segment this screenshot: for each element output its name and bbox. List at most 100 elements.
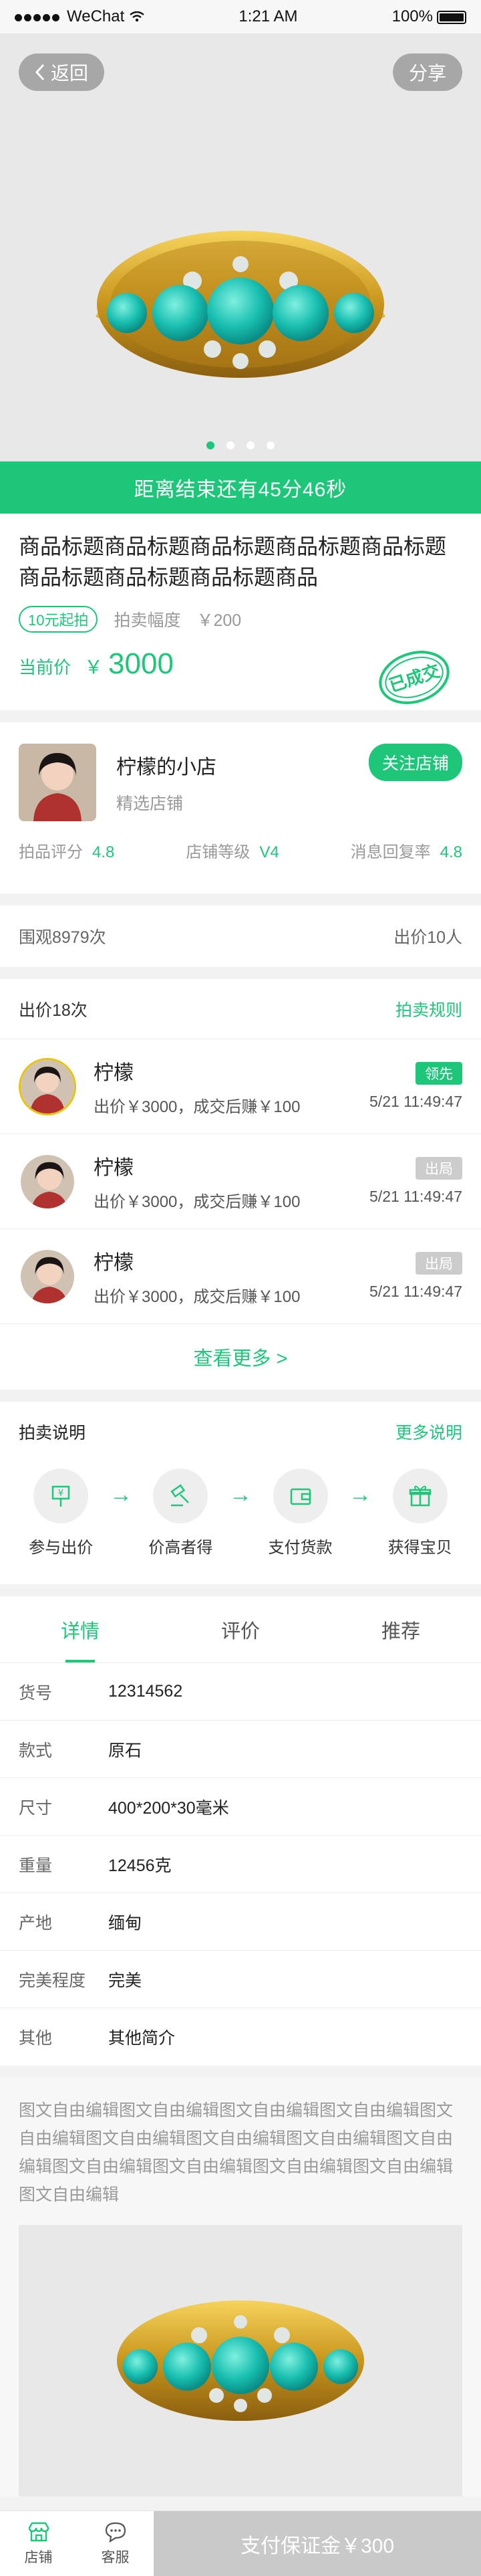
gift-icon xyxy=(409,1485,431,1507)
share-button[interactable]: 分享 xyxy=(392,53,462,91)
more-guide-link[interactable]: 更多说明 xyxy=(395,1420,462,1444)
shop-avatar[interactable] xyxy=(19,744,96,821)
carousel-dot[interactable] xyxy=(206,441,214,449)
tab-reviews[interactable]: 评价 xyxy=(160,1596,321,1662)
price-currency: ￥ xyxy=(84,657,104,677)
increment-value: ￥200 xyxy=(196,611,242,630)
status-bar: WeChat 1:21 AM 100% xyxy=(0,0,481,33)
product-title: 商品标题商品标题商品标题商品标题商品标题商品标题商品标题商品标题商品 xyxy=(19,534,447,589)
sold-stamp: 已成交 xyxy=(379,651,450,704)
tab-details[interactable]: 详情 xyxy=(0,1596,160,1662)
spec-row: 完美程度 完美 xyxy=(0,1951,481,2008)
bid-time: 5/21 11:49:47 xyxy=(369,1283,462,1300)
carrier: WeChat xyxy=(67,7,125,25)
battery-text: 100% xyxy=(391,7,433,25)
description-image xyxy=(19,2225,462,2496)
spec-row: 货号 12314562 xyxy=(0,1663,481,1721)
arrow-right-icon: → xyxy=(109,1482,132,1507)
bidder-avatar[interactable] xyxy=(19,1248,76,1305)
outbid-badge: 出局 xyxy=(416,1252,462,1275)
bid-desc: 出价￥3000，成交后赚￥100 xyxy=(94,1193,301,1211)
spec-row: 尺寸 400*200*30毫米 xyxy=(0,1778,481,1836)
wallet-icon xyxy=(290,1488,311,1505)
bid-row: 柠檬 出价￥3000，成交后赚￥100 出局 5/21 11:49:47 xyxy=(0,1229,481,1324)
spec-row: 重量 12456克 xyxy=(0,1836,481,1893)
countdown-banner: 距离结束还有45分46秒 xyxy=(0,461,481,514)
chevron-left-icon xyxy=(35,64,45,81)
bidder-avatar[interactable] xyxy=(19,1057,76,1115)
carousel-dot[interactable] xyxy=(247,441,255,449)
bid-desc: 出价￥3000，成交后赚￥100 xyxy=(94,1098,301,1116)
view-more-button[interactable]: 查看更多 > xyxy=(0,1324,481,1390)
carousel-dots xyxy=(0,441,481,449)
stat-level: 店铺等级 V4 xyxy=(186,843,279,861)
bidder-avatar[interactable] xyxy=(19,1153,76,1210)
detail-tabs-section: 详情 评价 推荐 货号 12314562 款式 原石 尺寸 400*200*30毫米 … xyxy=(0,1596,481,2066)
tab-recommend[interactable]: 推荐 xyxy=(321,1596,481,1662)
service-tab-label: 客服 xyxy=(101,2549,130,2565)
view-count: 围观8979次 xyxy=(19,928,106,947)
step-win: 价高者得 xyxy=(134,1469,227,1558)
wifi-icon xyxy=(130,11,145,22)
shop-subtitle: 精选店铺 xyxy=(116,794,184,813)
price-label: 当前价 xyxy=(19,657,71,677)
stamp-text: 已成交 xyxy=(387,661,443,697)
bid-desc: 出价￥3000，成交后赚￥100 xyxy=(94,1288,301,1306)
arrow-right-icon: → xyxy=(349,1482,372,1507)
step-bid: ¥ 参与出价 xyxy=(14,1469,108,1558)
ring-image xyxy=(96,231,385,378)
back-label: 返回 xyxy=(51,63,89,84)
stat-rating: 拍品评分 4.8 xyxy=(19,843,115,861)
pay-deposit-button[interactable]: 支付保证金￥300 xyxy=(154,2511,481,2576)
increment-label: 拍卖幅度 xyxy=(114,611,181,630)
arrow-right-icon: → xyxy=(228,1482,252,1507)
svg-text:¥: ¥ xyxy=(58,1489,63,1499)
spec-row: 其他 其他简介 xyxy=(19,2029,176,2048)
battery-icon xyxy=(437,10,466,24)
bid-count: 出价18次 xyxy=(19,1000,88,1020)
bid-sign-icon: ¥ xyxy=(52,1485,70,1507)
outbid-badge: 出局 xyxy=(416,1157,462,1180)
auction-rules-link[interactable]: 拍卖规则 xyxy=(395,997,462,1021)
guide-title: 拍卖说明 xyxy=(19,1424,86,1442)
shop-card[interactable]: 柠檬的小店 精选店铺 关注店铺 拍品评分 4.8 店铺等级 V4 消息回复率 4.8 xyxy=(0,722,481,893)
gavel-icon xyxy=(170,1484,190,1507)
leading-badge: 领先 xyxy=(416,1062,462,1085)
views-row: 围观8979次 出价10人 xyxy=(0,905,481,967)
carousel-dot[interactable] xyxy=(226,441,234,449)
customer-service-button[interactable]: 客服 xyxy=(77,2511,154,2576)
back-button[interactable]: 返回 xyxy=(19,53,105,91)
product-gallery[interactable]: 返回 分享 xyxy=(0,33,481,461)
share-label: 分享 xyxy=(408,63,446,84)
clock: 1:21 AM xyxy=(238,7,298,25)
carousel-dot[interactable] xyxy=(267,441,275,449)
description-text: 图文自由编辑图文自由编辑图文自由编辑图文自由编辑图文自由编辑图文自由编辑图文自由… xyxy=(0,2078,481,2225)
product-info: 商品标题商品标题商品标题商品标题商品标题商品标题商品标题商品标题商品 10元起拍… xyxy=(0,514,481,710)
bid-time: 5/21 11:49:47 xyxy=(369,1188,462,1205)
stat-reply-rate: 消息回复率 4.8 xyxy=(350,843,462,861)
bid-time: 5/21 11:49:47 xyxy=(369,1093,462,1110)
shop-tab-label: 店铺 xyxy=(24,2549,53,2565)
bid-row: 柠檬 出价￥3000，成交后赚￥100 领先 5/21 11:49:47 xyxy=(0,1039,481,1134)
bidder-count: 出价10人 xyxy=(393,928,462,947)
bidder-name: 柠檬 xyxy=(94,1252,134,1274)
shop-name[interactable]: 柠檬的小店 xyxy=(116,750,216,780)
start-price-tag: 10元起拍 xyxy=(19,606,98,633)
step-receive: 获得宝贝 xyxy=(373,1469,467,1558)
step-label: 价高者得 xyxy=(148,1539,213,1557)
spec-row: 款式 原石 xyxy=(0,1721,481,1778)
description-block: 图文自由编辑图文自由编辑图文自由编辑图文自由编辑图文自由编辑图文自由编辑图文自由… xyxy=(0,2078,481,2496)
current-price: 3000 xyxy=(108,647,174,680)
bottom-action-bar: 店铺 客服 支付保证金￥300 xyxy=(0,2510,481,2576)
follow-shop-button[interactable]: 关注店铺 xyxy=(368,744,462,781)
store-icon xyxy=(28,2522,49,2541)
shop-tab-button[interactable]: 店铺 xyxy=(0,2511,77,2576)
auction-guide: 拍卖说明 更多说明 ¥ 参与出价 → 价高者得 → 支付货款 → 获得宝贝 xyxy=(0,1402,481,1584)
step-label: 获得宝贝 xyxy=(387,1539,452,1557)
bid-row: 柠檬 出价￥3000，成交后赚￥100 出局 5/21 11:49:47 xyxy=(0,1134,481,1229)
spec-row: 产地 缅甸 xyxy=(0,1893,481,1951)
step-pay: 支付货款 xyxy=(254,1469,347,1558)
step-label: 参与出价 xyxy=(29,1539,94,1557)
bidder-name: 柠檬 xyxy=(94,1157,134,1179)
signal-icon xyxy=(15,7,61,26)
